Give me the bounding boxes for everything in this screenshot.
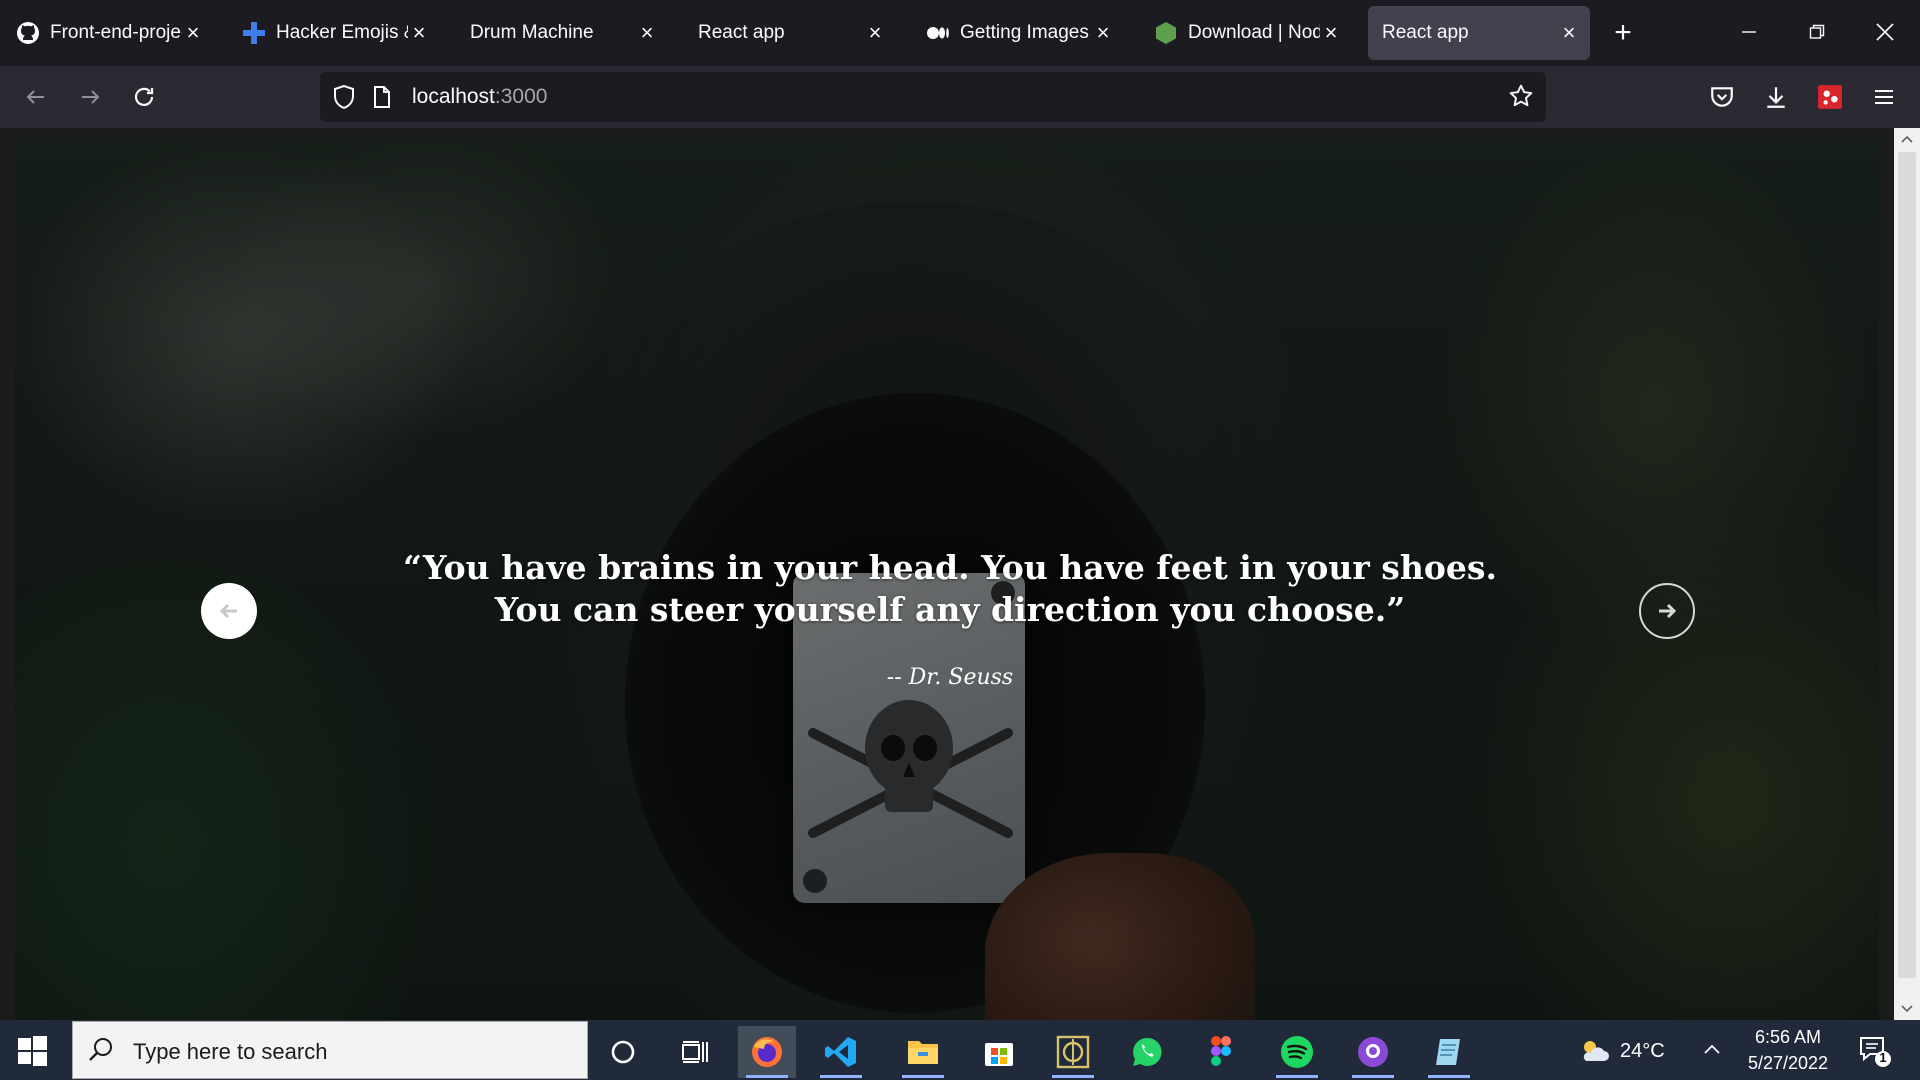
- page-info-icon[interactable]: [372, 85, 392, 114]
- tab-download-node[interactable]: Download | Node ×: [1140, 6, 1352, 60]
- windows-logo-icon: [18, 1036, 47, 1066]
- active-app-indicator: [746, 1075, 788, 1078]
- new-tab-button[interactable]: +: [1606, 16, 1640, 50]
- nodejs-icon: [1154, 21, 1178, 45]
- pocket-icon: [1711, 87, 1733, 107]
- active-app-indicator: [1352, 1075, 1394, 1078]
- app-icon[interactable]: [1044, 1026, 1102, 1078]
- next-quote-button[interactable]: [1639, 583, 1695, 639]
- scrollbar-thumb[interactable]: [1898, 152, 1916, 978]
- reload-icon: [134, 87, 154, 106]
- close-tab-icon[interactable]: ×: [1092, 20, 1114, 45]
- tab-strip: Front-end-project × Hacker Emojis & T × …: [0, 0, 1920, 66]
- clock-time: 6:56 AM: [1754, 1027, 1822, 1047]
- whatsapp-icon[interactable]: [1118, 1026, 1176, 1078]
- microsoft-store-icon[interactable]: [970, 1026, 1028, 1078]
- active-app-indicator: [820, 1075, 862, 1078]
- back-button[interactable]: [18, 79, 54, 115]
- cortana-icon[interactable]: [594, 1026, 652, 1078]
- system-clock[interactable]: 6:56 AM 5/27/2022: [1738, 1024, 1838, 1076]
- spotify-icon[interactable]: [1268, 1026, 1326, 1078]
- forward-arrow-icon: [82, 90, 100, 104]
- taskbar-search-box[interactable]: Type here to search: [72, 1021, 588, 1079]
- reload-button[interactable]: [126, 79, 162, 115]
- tab-title: Download | Node: [1188, 22, 1320, 43]
- close-tab-icon[interactable]: ×: [1558, 20, 1580, 45]
- action-center-button[interactable]: 1: [1856, 1032, 1892, 1068]
- downloads-button[interactable]: [1758, 79, 1794, 115]
- quote-author: -- Dr. Seuss: [886, 665, 1014, 690]
- tab-title: React app: [1382, 22, 1469, 43]
- close-tab-icon[interactable]: ×: [182, 20, 204, 45]
- show-hidden-icons-chevron-icon[interactable]: [1700, 1038, 1724, 1062]
- vscode-icon[interactable]: [812, 1026, 870, 1078]
- back-arrow-icon: [26, 90, 44, 104]
- plus-emoji-icon: [242, 21, 266, 45]
- tab-title: Getting Images in: [960, 22, 1092, 43]
- firefox-icon[interactable]: [738, 1026, 796, 1078]
- restore-button[interactable]: [1794, 12, 1840, 52]
- search-placeholder: Type here to search: [133, 1039, 328, 1064]
- vertical-scrollbar[interactable]: [1894, 128, 1920, 1020]
- tab-front-end-project[interactable]: Front-end-project ×: [2, 6, 214, 60]
- close-tab-icon[interactable]: ×: [636, 20, 658, 45]
- tab-title: React app: [698, 22, 785, 43]
- hamburger-menu-icon: [1875, 90, 1893, 104]
- scroll-up-arrow-icon[interactable]: [1894, 128, 1920, 150]
- active-app-indicator: [1276, 1075, 1318, 1078]
- github-icon: [16, 21, 40, 45]
- close-tab-icon[interactable]: ×: [408, 20, 430, 45]
- close-tab-icon[interactable]: ×: [864, 20, 886, 45]
- navigation-toolbar: localhost:3000: [0, 66, 1920, 128]
- tab-hacker-emojis[interactable]: Hacker Emojis & T ×: [228, 6, 440, 60]
- search-icon: [87, 1036, 115, 1069]
- close-tab-icon[interactable]: ×: [1320, 20, 1342, 45]
- task-view-icon[interactable]: [666, 1026, 724, 1078]
- extension-button[interactable]: [1812, 79, 1848, 115]
- github-desktop-icon[interactable]: [1344, 1026, 1402, 1078]
- tab-getting-images[interactable]: Getting Images in ×: [912, 6, 1124, 60]
- scroll-down-arrow-icon[interactable]: [1894, 998, 1920, 1020]
- figma-icon[interactable]: [1192, 1026, 1250, 1078]
- quote-hero-background: “You have brains in your head. You have …: [15, 143, 1879, 1020]
- tab-react-app-active[interactable]: React app ×: [1368, 6, 1590, 60]
- close-window-button[interactable]: [1862, 12, 1908, 52]
- medium-icon: [926, 21, 950, 45]
- previous-quote-button[interactable]: [201, 583, 257, 639]
- active-app-indicator: [902, 1075, 944, 1078]
- windows-taskbar: Type here to search 24°C 6:56 AM 5/27/20…: [0, 1020, 1920, 1080]
- pocket-button[interactable]: [1704, 79, 1740, 115]
- url-host: localhost: [412, 85, 495, 108]
- minimize-button[interactable]: [1726, 12, 1772, 52]
- notepad-icon[interactable]: [1420, 1026, 1478, 1078]
- bookmark-star-icon[interactable]: [1508, 83, 1534, 114]
- url-text: localhost:3000: [412, 85, 547, 109]
- address-bar[interactable]: localhost:3000: [320, 72, 1546, 122]
- app-menu-button[interactable]: [1866, 79, 1902, 115]
- start-button[interactable]: [14, 1032, 50, 1068]
- tracking-protection-shield-icon[interactable]: [332, 84, 356, 115]
- weather-widget[interactable]: 24°C: [1578, 1036, 1665, 1066]
- page-viewport: “You have brains in your head. You have …: [0, 128, 1920, 1020]
- tab-title: Front-end-project: [50, 22, 182, 43]
- extension-icon: [1818, 85, 1842, 109]
- active-app-indicator: [1428, 1075, 1470, 1078]
- url-port: :3000: [494, 85, 548, 108]
- forward-button[interactable]: [72, 79, 108, 115]
- file-explorer-icon[interactable]: [894, 1026, 952, 1078]
- notification-count: 1: [1879, 1050, 1887, 1065]
- clock-date: 5/27/2022: [1747, 1053, 1829, 1073]
- tab-title: Drum Machine: [470, 22, 594, 43]
- partly-cloudy-icon: [1583, 1041, 1609, 1061]
- tab-drum-machine[interactable]: Drum Machine ×: [456, 6, 668, 60]
- download-icon: [1767, 87, 1785, 108]
- arrow-left-icon: [219, 603, 237, 619]
- tab-react-app[interactable]: React app ×: [684, 6, 896, 60]
- active-app-indicator: [1052, 1075, 1094, 1078]
- weather-temperature: 24°C: [1620, 1039, 1665, 1062]
- tab-title: Hacker Emojis & T: [276, 22, 408, 43]
- quote-text: “You have brains in your head. You have …: [403, 548, 1497, 629]
- arrow-right-icon: [1659, 603, 1677, 619]
